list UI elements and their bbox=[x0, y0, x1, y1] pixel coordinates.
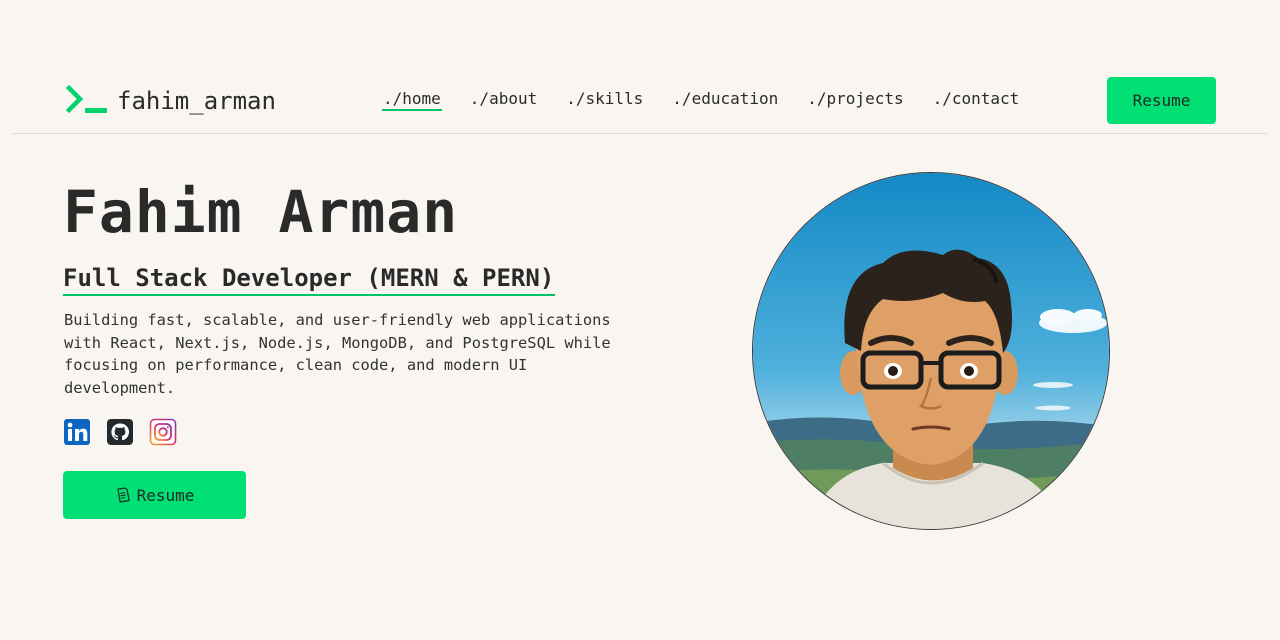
document-icon bbox=[116, 487, 130, 503]
github-icon[interactable] bbox=[106, 418, 134, 446]
nav-link-contact[interactable]: ./contact bbox=[932, 89, 1021, 111]
nav-link-projects[interactable]: ./projects bbox=[806, 89, 904, 111]
hero-resume-button[interactable]: Resume bbox=[63, 471, 246, 519]
brand-name: fahim_arman bbox=[117, 87, 276, 115]
terminal-prompt-icon bbox=[65, 84, 107, 114]
hero-role: Full Stack Developer (MERN & PERN) bbox=[63, 264, 556, 296]
nav-link-about[interactable]: ./about bbox=[469, 89, 538, 111]
nav-link-home[interactable]: ./home bbox=[382, 89, 442, 111]
social-links bbox=[63, 418, 192, 446]
avatar-illustration bbox=[753, 173, 1109, 529]
brand-logo[interactable]: fahim_arman bbox=[65, 84, 276, 118]
nav-resume-button[interactable]: Resume bbox=[1107, 77, 1216, 124]
instagram-icon[interactable] bbox=[149, 418, 177, 446]
avatar bbox=[752, 172, 1110, 530]
hero-description: Building fast, scalable, and user-friend… bbox=[64, 311, 611, 397]
linkedin-icon[interactable] bbox=[63, 418, 91, 446]
nav-link-skills[interactable]: ./skills bbox=[565, 89, 644, 111]
hero-name: Fahim Arman bbox=[63, 178, 459, 246]
nav-links: ./home ./about ./skills ./education ./pr… bbox=[382, 89, 1047, 111]
navbar: fahim_arman ./home ./about ./skills ./ed… bbox=[12, 0, 1267, 134]
hero-resume-label: Resume bbox=[136, 485, 195, 505]
nav-link-education[interactable]: ./education bbox=[671, 89, 779, 111]
